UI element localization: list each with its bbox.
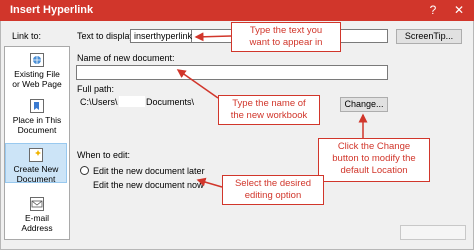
callout-workbook-name: Type the name of the new workbook xyxy=(218,95,320,125)
callout-text-to-display: Type the text you want to appear in xyxy=(231,22,341,52)
callout-text: want to appear in xyxy=(249,37,323,48)
callout-text: default Location xyxy=(340,165,408,176)
callout-editing-option: Select the desired editing option xyxy=(222,175,324,205)
callout-text: button to modify the xyxy=(332,153,416,164)
callout-text: the new workbook xyxy=(230,110,308,121)
callout-change-button: Click the Change button to modify the de… xyxy=(318,138,430,182)
arrow-to-text-display xyxy=(194,32,232,42)
callout-text: editing option xyxy=(244,190,302,201)
callout-text: Type the name of xyxy=(232,98,306,109)
callout-text: Click the Change xyxy=(337,141,411,152)
callout-text: Select the desired xyxy=(234,178,312,189)
arrow-to-new-document xyxy=(176,69,219,99)
callout-text: Type the text you xyxy=(249,25,323,36)
arrow-to-editing-option xyxy=(196,177,223,188)
